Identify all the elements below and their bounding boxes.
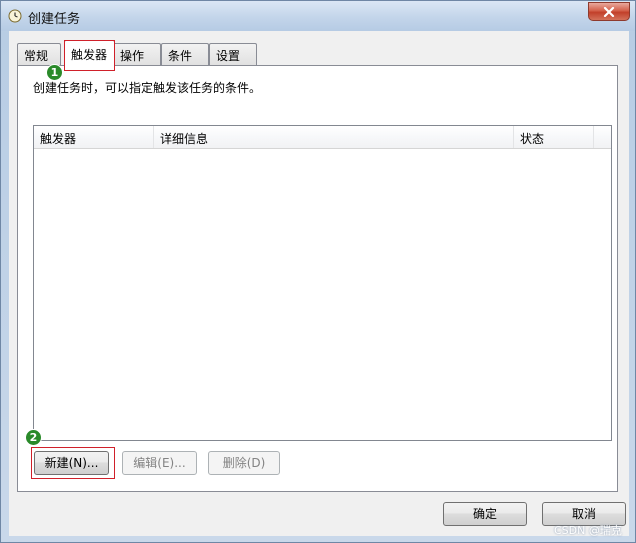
ok-button[interactable]: 确定 <box>443 502 527 526</box>
delete-button[interactable]: 删除(D) <box>208 451 280 475</box>
clock-icon <box>8 9 22 23</box>
create-task-window: 创建任务 常规 触发器 操作 条件 设置 创建任务时，可以指定触发该任务的条件。… <box>0 0 636 543</box>
tab-general[interactable]: 常规 <box>17 43 61 65</box>
column-status[interactable]: 状态 <box>514 126 594 148</box>
step-badge-2: 2 <box>25 429 42 446</box>
edit-button[interactable]: 编辑(E)... <box>122 451 197 475</box>
close-button[interactable] <box>588 2 630 21</box>
tab-actions[interactable]: 操作 <box>113 43 161 65</box>
list-header: 触发器 详细信息 状态 <box>34 126 611 149</box>
button-highlight-box <box>31 447 115 479</box>
triggers-panel: 创建任务时，可以指定触发该任务的条件。 触发器 详细信息 状态 新建(N)...… <box>17 65 618 492</box>
window-title: 创建任务 <box>28 12 81 27</box>
tab-highlight-box <box>64 40 115 71</box>
panel-description: 创建任务时，可以指定触发该任务的条件。 <box>33 81 262 95</box>
watermark: CSDN @瑞克 <box>554 524 622 537</box>
step-badge-1: 1 <box>46 64 63 81</box>
close-icon <box>603 6 615 17</box>
column-details[interactable]: 详细信息 <box>154 126 514 148</box>
dialog-client: 常规 触发器 操作 条件 设置 创建任务时，可以指定触发该任务的条件。 触发器 … <box>9 31 629 536</box>
tab-settings[interactable]: 设置 <box>209 43 257 65</box>
tab-conditions[interactable]: 条件 <box>161 43 209 65</box>
column-trigger[interactable]: 触发器 <box>34 126 154 148</box>
title-bar: 创建任务 <box>1 1 635 31</box>
triggers-list[interactable]: 触发器 详细信息 状态 <box>33 125 612 441</box>
